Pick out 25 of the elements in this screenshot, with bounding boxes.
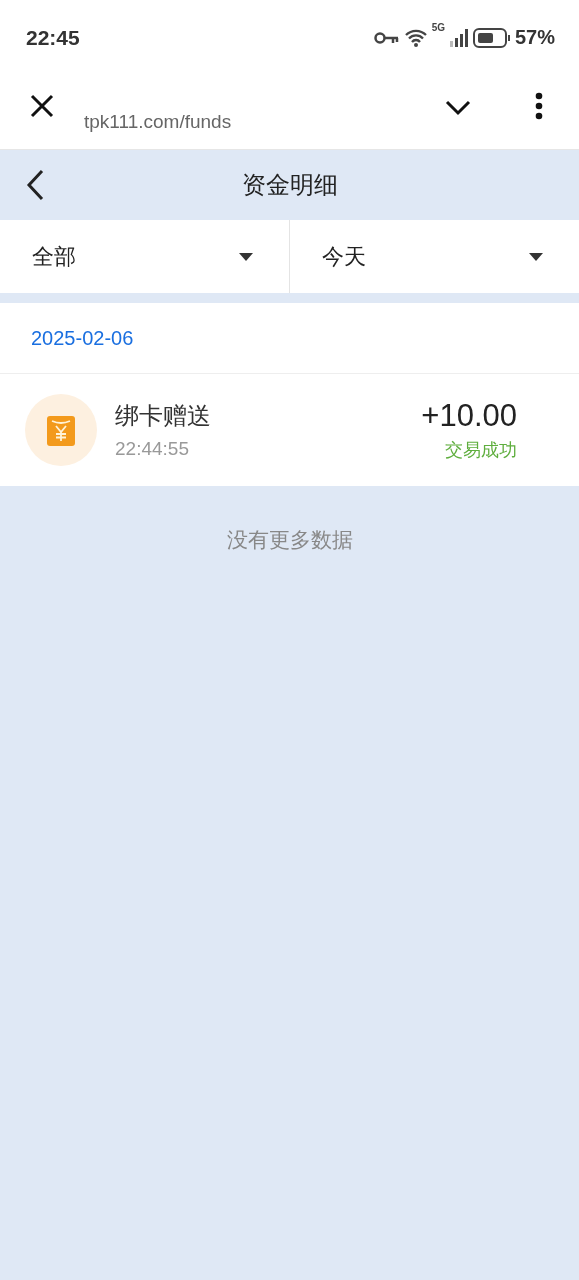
transaction-item[interactable]: 绑卡赠送 22:44:55 +10.00 交易成功 <box>0 374 579 486</box>
transaction-status: 交易成功 <box>445 439 517 462</box>
filter-dropdown[interactable]: 全部 <box>0 220 289 293</box>
transaction-amount: +10.00 <box>421 398 517 434</box>
more-icon[interactable] <box>535 92 543 120</box>
transaction-title: 绑卡赠送 <box>115 401 212 431</box>
chevron-down-icon[interactable] <box>445 100 471 116</box>
battery-icon <box>472 27 511 48</box>
url-text[interactable]: tpk111.com/funds <box>84 111 445 133</box>
status-time: 22:45 <box>26 25 80 50</box>
key-icon <box>373 30 400 45</box>
caret-icon <box>529 252 543 261</box>
filter-dropdown[interactable]: 今天 <box>289 220 579 293</box>
no-more-data-text: 没有更多数据 <box>226 527 353 553</box>
back-icon[interactable] <box>26 169 44 201</box>
date-label: 2025-02-06 <box>31 326 134 350</box>
money-envelope-icon <box>25 394 97 466</box>
signal-icon <box>448 28 469 47</box>
wifi-icon <box>403 27 428 48</box>
page-title: 资金明细 <box>241 170 338 200</box>
close-icon[interactable] <box>30 94 54 118</box>
caret-icon <box>239 252 253 261</box>
transaction-time: 22:44:55 <box>115 438 190 460</box>
battery-level: 57% <box>514 26 555 49</box>
network-label: 5G <box>431 22 445 33</box>
